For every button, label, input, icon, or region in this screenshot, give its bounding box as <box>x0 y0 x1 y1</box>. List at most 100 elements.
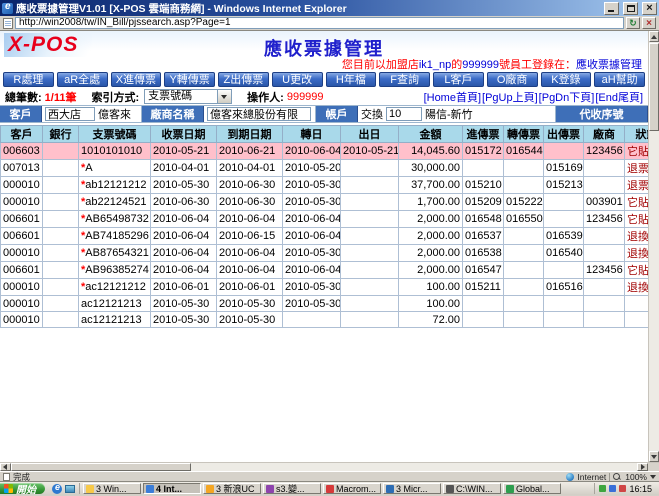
column-header[interactable]: 銀行 <box>43 126 79 143</box>
cell-check-number: *ac12121212 <box>79 279 151 296</box>
table-row[interactable]: 006603 1010101010 2010-05-21 2010-06-21 … <box>1 143 649 160</box>
show-desktop-icon[interactable] <box>65 485 75 493</box>
taskbar-button[interactable]: C:\WIN... <box>443 483 501 494</box>
cell-status: 退換 <box>625 245 649 262</box>
horizontal-scrollbar[interactable] <box>0 462 659 471</box>
cell-status: 退換 <box>625 279 649 296</box>
clock: 16:15 <box>629 484 652 494</box>
tray-icon[interactable] <box>609 485 616 492</box>
toolbar-button[interactable]: X進傳票 <box>111 72 162 87</box>
vendor-name-input[interactable]: 億客來總股份有限 <box>207 107 311 121</box>
toolbar-button[interactable]: K登錄 <box>541 72 592 87</box>
customer-code-input[interactable]: 西大店 <box>45 107 95 121</box>
table-row[interactable]: 006601 *AB65498732 2010-06-04 2010-06-04… <box>1 211 649 228</box>
taskbar-button[interactable]: 3 Win... <box>83 483 141 494</box>
pagination-link[interactable]: [Home首頁] <box>424 89 481 105</box>
toolbar-button[interactable]: H年檔 <box>326 72 377 87</box>
minimize-button[interactable] <box>604 2 619 15</box>
tray-icon[interactable] <box>619 485 626 492</box>
toolbar-button[interactable]: aH幫助 <box>594 72 645 87</box>
cell-due-date: 2010-05-30 <box>217 296 283 312</box>
app-icon <box>266 485 274 493</box>
zoom-level[interactable]: 100% <box>625 472 647 482</box>
table-row[interactable]: 000010 *ac12121212 2010-06-01 2010-06-01… <box>1 279 649 296</box>
collection-serial-label: 代收序號 <box>556 106 648 122</box>
scroll-left-icon[interactable] <box>0 463 11 471</box>
column-header[interactable]: 金額 <box>399 126 463 143</box>
column-header[interactable]: 出傳票 <box>544 126 584 143</box>
table-row[interactable]: 000010 *ab12121212 2010-05-30 2010-06-30… <box>1 177 649 194</box>
column-header[interactable]: 轉傳票 <box>504 126 544 143</box>
cell-due-date: 2010-06-21 <box>217 143 283 160</box>
refresh-icon[interactable] <box>626 17 640 29</box>
table-row[interactable]: 006601 *AB74185296 2010-06-04 2010-06-15… <box>1 228 649 245</box>
cell-out-voucher <box>544 312 584 328</box>
column-header[interactable]: 到期日期 <box>217 126 283 143</box>
toolbar-button[interactable]: R處理 <box>3 72 54 87</box>
taskbar-button[interactable]: 4 Int... <box>143 483 201 494</box>
toolbar-button[interactable]: F查詢 <box>379 72 430 87</box>
taskbar-button[interactable]: Global... <box>503 483 561 494</box>
cell-amount: 2,000.00 <box>399 245 463 262</box>
toolbar-button[interactable]: Y轉傳票 <box>164 72 215 87</box>
table-row[interactable]: 000010 ac12121213 2010-05-30 2010-05-30 … <box>1 296 649 312</box>
index-mode-select[interactable]: 支票號碼 <box>144 89 232 104</box>
cell-receive-date: 2010-06-01 <box>151 279 217 296</box>
taskbar-button[interactable]: 3 新浪UC <box>203 483 261 494</box>
toolbar-button[interactable]: Z出傳票 <box>218 72 269 87</box>
horizontal-scroll-thumb[interactable] <box>11 463 191 471</box>
cell-amount: 2,000.00 <box>399 211 463 228</box>
toolbar-button[interactable]: aR全處 <box>57 72 108 87</box>
table-row[interactable]: 007013 *A 2010-04-01 2010-04-01 2010-05-… <box>1 160 649 177</box>
table-row[interactable]: 000010 ac12121213 2010-05-30 2010-05-30 … <box>1 312 649 328</box>
exchange-no-input[interactable]: 10 <box>386 107 422 121</box>
column-header[interactable]: 支票號碼 <box>79 126 151 143</box>
cell-in-voucher: 015210 <box>463 177 504 194</box>
taskbar-button[interactable]: Macrom... <box>323 483 381 494</box>
scroll-up-icon[interactable] <box>649 31 659 42</box>
url-field[interactable]: http://win2008/tw/IN_Bill/pjssearch.asp?… <box>15 17 624 29</box>
toolbar-button[interactable]: L客戶 <box>433 72 484 87</box>
close-button[interactable] <box>642 2 657 15</box>
cell-amount: 1,700.00 <box>399 194 463 211</box>
vertical-scroll-track[interactable] <box>649 131 659 451</box>
cell-check-number: *AB65498732 <box>79 211 151 228</box>
cell-check-number: ac12121213 <box>79 296 151 312</box>
scroll-right-icon[interactable] <box>637 463 648 471</box>
check-number: ac12121213 <box>81 298 142 310</box>
cell-bank <box>43 211 79 228</box>
vertical-scrollbar[interactable] <box>648 31 659 462</box>
taskbar-button[interactable]: 3 Micr... <box>383 483 441 494</box>
pagination-link[interactable]: [End尾頁] <box>595 89 643 105</box>
table-row[interactable]: 000010 *AB87654321 2010-06-04 2010-06-04… <box>1 245 649 262</box>
column-header[interactable]: 狀態 <box>625 126 649 143</box>
maximize-button[interactable] <box>623 2 638 15</box>
ie-quicklaunch-icon[interactable] <box>52 484 62 494</box>
pagination-link[interactable]: [PgUp上頁] <box>482 89 538 105</box>
cell-out-date <box>341 211 399 228</box>
tray-icon[interactable] <box>599 485 606 492</box>
cell-check-number: *ab22124521 <box>79 194 151 211</box>
column-header[interactable]: 收票日期 <box>151 126 217 143</box>
cell-transfer-voucher: 016544 <box>504 143 544 160</box>
scroll-down-icon[interactable] <box>649 451 659 462</box>
pagination-link[interactable]: [PgDn下頁] <box>539 89 595 105</box>
start-button[interactable]: 開始 <box>0 483 45 494</box>
horizontal-scroll-track[interactable] <box>191 463 637 471</box>
taskbar-button[interactable]: s3.變... <box>263 483 321 494</box>
column-header[interactable]: 出日 <box>341 126 399 143</box>
column-header[interactable]: 轉日 <box>283 126 341 143</box>
cell-transfer-date: 2010-06-04 <box>283 262 341 279</box>
page-title: 應收票據管理 <box>264 35 384 61</box>
table-row[interactable]: 006601 *AB96385274 2010-06-04 2010-06-04… <box>1 262 649 279</box>
column-header[interactable]: 進傳票 <box>463 126 504 143</box>
table-row[interactable]: 000010 *ab22124521 2010-06-30 2010-06-30… <box>1 194 649 211</box>
vertical-scroll-thumb[interactable] <box>649 43 659 131</box>
stop-icon[interactable] <box>642 17 656 29</box>
column-header[interactable]: 廠商 <box>584 126 625 143</box>
check-number: A <box>85 162 92 174</box>
taskbar-items: 3 Win... 4 Int... 3 新浪UC s3.變... Macrom.… <box>83 483 591 494</box>
toolbar-button[interactable]: O廠商 <box>487 72 538 87</box>
column-header[interactable]: 客戶 <box>1 126 43 143</box>
toolbar-button[interactable]: U更改 <box>272 72 323 87</box>
